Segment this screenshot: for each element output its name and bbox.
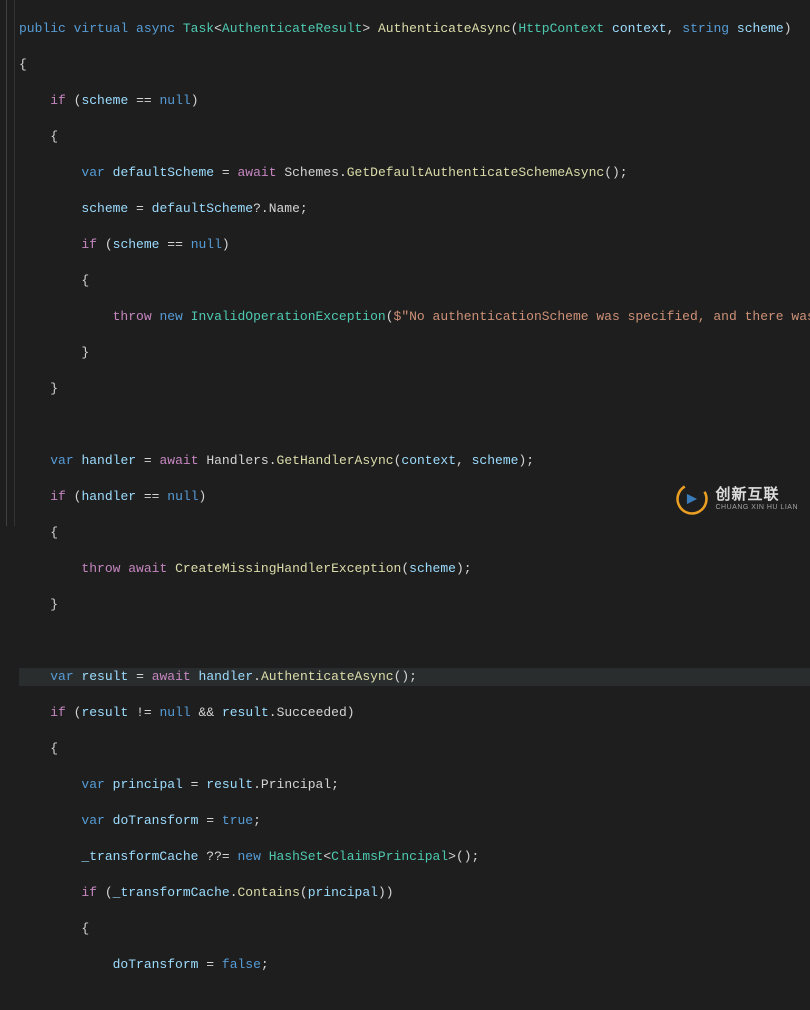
code-line: scheme = defaultScheme?.Name; (19, 200, 810, 218)
watermark-logo: 创新互联 CHUANG XIN HU LIAN (675, 482, 798, 516)
code-line: { (19, 272, 810, 290)
code-line: { (19, 128, 810, 146)
code-line: if (scheme == null) (19, 236, 810, 254)
logo-text-cn: 创新互联 (715, 487, 798, 502)
code-line: } (19, 344, 810, 362)
code-line: var handler = await Handlers.GetHandlerA… (19, 452, 810, 470)
code-line: if (scheme == null) (19, 92, 810, 110)
editor-gutter (0, 0, 15, 526)
code-line: _transformCache ??= new HashSet<ClaimsPr… (19, 848, 810, 866)
code-line: } (19, 596, 810, 614)
code-line: public virtual async Task<AuthenticateRe… (19, 20, 810, 38)
logo-text-en: CHUANG XIN HU LIAN (715, 504, 798, 511)
code-line: if (_transformCache.Contains(principal)) (19, 884, 810, 902)
code-line (19, 416, 810, 434)
code-line: if (result != null && result.Succeeded) (19, 704, 810, 722)
code-line: { (19, 740, 810, 758)
code-line: throw new InvalidOperationException($"No… (19, 308, 810, 326)
code-line: var defaultScheme = await Schemes.GetDef… (19, 164, 810, 182)
code-area[interactable]: public virtual async Task<AuthenticateRe… (15, 0, 810, 526)
code-line: throw await CreateMissingHandlerExceptio… (19, 560, 810, 578)
code-editor: public virtual async Task<AuthenticateRe… (0, 0, 810, 526)
code-line: { (19, 920, 810, 938)
code-line: doTransform = false; (19, 956, 810, 974)
code-line: } (19, 380, 810, 398)
code-line: var doTransform = true; (19, 812, 810, 830)
logo-icon (675, 482, 709, 516)
code-line: var principal = result.Principal; (19, 776, 810, 794)
code-line (19, 632, 810, 650)
code-line: { (19, 56, 810, 74)
code-line: { (19, 524, 810, 542)
code-line-highlighted: var result = await handler.AuthenticateA… (19, 668, 810, 686)
